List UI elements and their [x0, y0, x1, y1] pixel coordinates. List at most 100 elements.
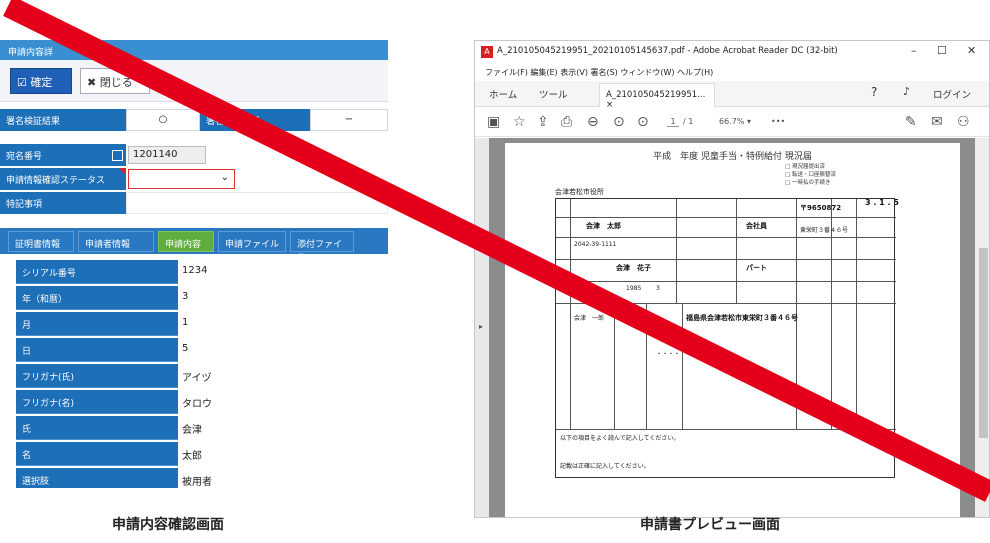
- bookmark-star-icon[interactable]: ☆: [513, 114, 526, 130]
- signature-result-label-2: 署名検証結果: [200, 109, 310, 131]
- tab-attachment[interactable]: 添付ファイル: [290, 231, 354, 263]
- form-part: パート: [746, 264, 767, 272]
- minimize-icon[interactable]: –: [911, 44, 917, 57]
- form-name-a: 会津 太郎: [586, 222, 621, 230]
- prev-page-icon[interactable]: ⊙: [613, 114, 625, 130]
- acrobat-toolbar: ▣ ☆ ⇪ ⎙ ⊖ ⊙ ⊙ 1 / 1 66.7% ▾ ••• ✎ ✉ ⚇: [475, 107, 989, 137]
- tab-application-file[interactable]: 申請ファイル: [218, 231, 286, 252]
- table-row: 日5: [16, 338, 388, 362]
- scrollbar-thumb[interactable]: [979, 248, 988, 438]
- zoom-select[interactable]: 66.7% ▾: [719, 117, 751, 126]
- more-tools-icon[interactable]: •••: [771, 117, 785, 126]
- save-icon[interactable]: ▣: [487, 114, 500, 130]
- checkbox-list: □ 現況届提出済 □ 転送・口座振替済 □ 一時払の手続き: [785, 163, 836, 187]
- menu-bar[interactable]: ファイル(F) 編集(E) 表示(V) 署名(S) ウィンドウ(W) ヘルプ(H…: [475, 63, 989, 81]
- row-value: 1234: [178, 260, 388, 284]
- mail-icon[interactable]: ✉: [931, 114, 943, 130]
- help-icon[interactable]: ?: [871, 85, 877, 99]
- tab-document[interactable]: A_210105045219951... ×: [599, 83, 715, 110]
- row-value: 太郎: [178, 442, 388, 466]
- form-id: 2042-39-1111: [574, 241, 617, 248]
- maximize-icon[interactable]: ☐: [937, 44, 947, 57]
- row-value: 会津: [178, 416, 388, 440]
- table-row: 氏会津: [16, 416, 388, 440]
- right-caption: 申請書プレビュー画面: [640, 517, 780, 533]
- signature-result-row: 署名検証結果 ○ 署名検証結果 −: [0, 109, 388, 131]
- close-button[interactable]: ✖ 閉じる: [80, 68, 150, 94]
- panel-title: 申請内容詳: [0, 40, 388, 60]
- login-link[interactable]: ログイン: [933, 87, 971, 101]
- left-pane-toggle[interactable]: ▸: [475, 138, 489, 517]
- left-caption: 申請内容確認画面: [112, 517, 224, 533]
- tab-bar: 証明書情報 申請者情報 申請内容 申請ファイル 添付ファイル: [0, 228, 388, 263]
- form-ichiro: 会津 一郎: [574, 315, 605, 322]
- chevron-right-icon[interactable]: ▸: [479, 322, 483, 331]
- table-row: フリガナ(氏) アイヅ: [16, 364, 388, 388]
- print-icon[interactable]: ⎙: [561, 114, 572, 130]
- form-table: 会津 太郎 会社員 〒9650872 東栄町３番４６号 2042-39-1111…: [555, 198, 896, 478]
- vertical-scrollbar[interactable]: [975, 138, 989, 517]
- notes-label: 特記事項: [0, 192, 126, 214]
- row-value: アイヅ: [178, 364, 388, 388]
- form-address: 福島県会津若松市東栄町３番４６号: [686, 314, 798, 322]
- bell-icon[interactable]: ♪: [903, 85, 910, 98]
- form-footnote-2: 記載は正確に記入してください。: [560, 463, 650, 470]
- form-year: 1985: [626, 285, 642, 292]
- row-label: 月: [16, 312, 178, 336]
- chevron-down-icon: ⌄: [220, 172, 229, 183]
- confirm-button[interactable]: ☑ 確定: [10, 68, 72, 94]
- tab-home[interactable]: ホーム: [489, 87, 517, 101]
- share-user-icon[interactable]: ⚇: [957, 114, 970, 130]
- close-icon[interactable]: ✕: [967, 44, 976, 57]
- row-label: フリガナ(名): [16, 390, 178, 414]
- form-title: 平成 年度 児童手当・特例給付 現況届: [653, 152, 812, 162]
- form-city: 会津若松市役所: [555, 188, 604, 196]
- row-value: 被用者: [178, 468, 388, 488]
- tab-applicant[interactable]: 申請者情報: [78, 231, 154, 252]
- checkbox-item: □ 現況届提出済: [785, 164, 825, 170]
- row-label: シリアル番号: [16, 260, 178, 284]
- table-row: 名太郎: [16, 442, 388, 466]
- pdf-app-icon: A: [481, 46, 493, 58]
- tab-certificate[interactable]: 証明書情報: [8, 231, 74, 252]
- row-label: 名: [16, 442, 178, 466]
- row-value: タロウ: [178, 390, 388, 414]
- copy-icon[interactable]: [112, 150, 123, 161]
- tab-tools[interactable]: ツール: [539, 87, 568, 101]
- form-note: ・・・・: [656, 351, 681, 358]
- page-number-field[interactable]: 1: [667, 117, 679, 127]
- acrobat-window: A A_210105045219951_20210105145637.pdf -…: [474, 40, 990, 518]
- notes-field[interactable]: [126, 192, 388, 214]
- application-detail-panel: 申請内容詳 ☑ 確定 ✖ 閉じる 署名検証結果 ○ 署名検証結果 − 宛名番号 …: [0, 40, 388, 488]
- row-label: 日: [16, 338, 178, 362]
- form-name-b: 会津 花子: [616, 264, 651, 272]
- status-select[interactable]: ⌄: [128, 169, 235, 189]
- form-employer: 会社員: [746, 222, 767, 230]
- status-label: 申請情報確認ステータス: [0, 168, 126, 190]
- window-title: A_210105045219951_20210105145637.pdf - A…: [497, 46, 838, 56]
- toolbar: ☑ 確定 ✖ 閉じる: [0, 60, 388, 102]
- address-number-row: 宛名番号 1201140: [0, 144, 388, 166]
- checkbox-item: □ 一時払の手続き: [785, 180, 831, 186]
- upload-icon[interactable]: ⇪: [537, 114, 549, 130]
- row-label: 年（和暦）: [16, 286, 178, 310]
- next-page-icon[interactable]: ⊙: [637, 114, 649, 130]
- sign-icon[interactable]: ✎: [905, 114, 917, 130]
- page-total: / 1: [683, 117, 694, 126]
- address-number-label: 宛名番号: [0, 144, 126, 166]
- address-number-field[interactable]: 1201140: [128, 146, 206, 164]
- checkbox-item: □ 転送・口座振替済: [785, 172, 836, 178]
- form-month: 3: [656, 285, 660, 292]
- row-value: 1: [178, 312, 388, 336]
- row-value: 3: [178, 286, 388, 310]
- signature-result-value: ○: [126, 109, 200, 131]
- form-footnote-1: 以下の項目をよく読んで記入してください。: [560, 435, 680, 442]
- document-viewer[interactable]: ▸ 平成 年度 児童手当・特例給付 現況届 □ 現況届提出済 □ 転送・口座振替…: [475, 138, 989, 517]
- status-row: 申請情報確認ステータス ⌄: [0, 168, 388, 190]
- table-row: 月1: [16, 312, 388, 336]
- zoom-out-icon[interactable]: ⊖: [587, 114, 599, 130]
- form-address-short: 東栄町３番４６号: [800, 227, 849, 234]
- form-postal: 〒9650872: [800, 204, 842, 212]
- tab-application[interactable]: 申請内容: [158, 231, 214, 252]
- table-row: シリアル番号 1234: [16, 260, 388, 284]
